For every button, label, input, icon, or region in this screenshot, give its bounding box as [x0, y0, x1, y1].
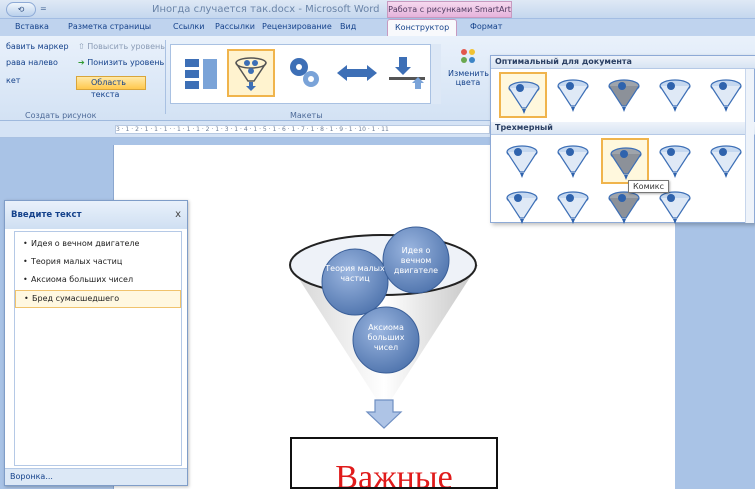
ribbon-tabs: Вставка Разметка страницы Ссылки Рассылк… — [0, 19, 755, 36]
layout-option-funnel[interactable] — [227, 49, 275, 97]
text-pane: Введите текст x • Идея о вечном двигателе… — [4, 200, 188, 486]
layout-arrows-icon — [337, 65, 377, 81]
style-tooltip: Комикс — [628, 180, 670, 193]
tab-design[interactable]: Конструктор — [387, 19, 458, 36]
funnel-style-icon — [502, 186, 542, 229]
demote-arrow-icon: ➔ — [78, 58, 88, 67]
funnel-style-icon — [604, 74, 644, 117]
style-option[interactable] — [601, 72, 649, 118]
text-pane-item[interactable]: • Идея о вечном двигателе — [15, 236, 181, 254]
style-option[interactable] — [703, 138, 751, 184]
styles-scrollbar[interactable] — [745, 69, 754, 223]
ruler-scale: 3 · 1 · 2 · 1 · 1 · 1 · · 1 · 1 · 1 · 2 … — [115, 125, 490, 134]
layouts-gallery — [170, 44, 440, 104]
text-pane-item[interactable]: • Теория малых частиц — [15, 254, 181, 272]
layouts-scrollbar[interactable] — [430, 44, 441, 104]
palette-icon — [461, 49, 475, 63]
layout-dropdown[interactable]: кет — [6, 76, 20, 85]
node-text-perpetual-motion: Идея о вечном двигателе — [393, 246, 439, 275]
funnel-style-icon — [502, 140, 542, 183]
quick-access-undo-button[interactable]: ⟲ — [6, 2, 36, 17]
layout-option-arrows[interactable] — [333, 49, 381, 97]
style-option[interactable] — [550, 184, 598, 230]
title-bar: ⟲ = Иногда случается так.docx - Microsof… — [0, 0, 755, 19]
group-label-create-graphic: Создать рисунок — [25, 111, 97, 120]
funnel-style-icon — [606, 142, 646, 185]
style-option[interactable] — [601, 138, 649, 184]
window-title: Иногда случается так.docx - Microsoft Wo… — [152, 4, 380, 15]
promote-button[interactable]: ⇧ Повысить уровень — [78, 42, 165, 51]
layout-option-blocks[interactable] — [177, 49, 225, 97]
text-pane-header: Введите текст x — [5, 201, 187, 229]
funnel-output-arrow — [365, 399, 403, 429]
funnel-style-icon — [655, 140, 695, 183]
promote-arrow-icon: ⇧ — [78, 42, 88, 51]
result-textbox[interactable]: Важные — [290, 437, 498, 489]
smartart-tools-context-title: Работа с рисунками SmartArt — [387, 1, 512, 18]
style-option[interactable] — [499, 72, 547, 118]
add-bullet-button[interactable]: бавить маркер — [6, 42, 69, 51]
layout-blocks-icon — [185, 59, 217, 89]
funnel-style-icon — [655, 74, 695, 117]
funnel-style-icon — [706, 140, 746, 183]
smartart-styles-dropdown: Оптимальный для документа Трехмерный — [490, 55, 755, 224]
tab-view[interactable]: Вид — [340, 22, 356, 31]
style-option[interactable] — [499, 138, 547, 184]
right-to-left-button[interactable]: рава налево — [6, 58, 58, 67]
bullet-icon: • — [23, 239, 28, 248]
tab-insert[interactable]: Вставка — [15, 22, 49, 31]
bullet-icon: • — [24, 294, 29, 303]
funnel-style-icon — [553, 186, 593, 229]
node-text-axiom: Аксиома больших чисел — [367, 323, 405, 352]
tab-mailings[interactable]: Рассылки — [215, 22, 255, 31]
funnel-style-icon — [553, 140, 593, 183]
layout-option-gears[interactable] — [281, 49, 329, 97]
text-pane-list: • Идея о вечном двигателе • Теория малых ч… — [14, 231, 182, 466]
style-option[interactable] — [550, 138, 598, 184]
tab-page-layout[interactable]: Разметка страницы — [68, 22, 151, 31]
funnel-style-icon — [504, 76, 544, 119]
layout-funnel-icon — [235, 57, 267, 91]
layout-balance-icon — [389, 57, 425, 89]
funnel-style-icon — [553, 74, 593, 117]
style-option[interactable] — [652, 72, 700, 118]
text-pane-button[interactable]: Область текста — [76, 76, 146, 99]
node-text-theory: Теория малых частиц — [325, 264, 385, 283]
style-option[interactable] — [703, 72, 751, 118]
text-pane-footer-link[interactable]: Воронка... — [5, 468, 187, 485]
tab-references[interactable]: Ссылки — [173, 22, 204, 31]
text-pane-item[interactable]: • Аксиома больших чисел — [15, 272, 181, 290]
result-text: Важные — [335, 459, 453, 489]
bullet-icon: • — [23, 275, 28, 284]
horizontal-ruler: 3 · 1 · 2 · 1 · 1 · 1 · · 1 · 1 · 1 · 2 … — [0, 121, 490, 138]
tab-format[interactable]: Формат — [470, 22, 502, 31]
bullet-icon: • — [23, 257, 28, 266]
layout-gears-icon — [290, 58, 319, 87]
quick-access-dropdown-icon[interactable]: = — [40, 4, 47, 13]
layout-option-balance[interactable] — [383, 49, 431, 97]
styles-section-best-match: Оптимальный для документа — [491, 56, 755, 69]
styles-section-3d: Трехмерный — [491, 122, 755, 135]
text-pane-item-current[interactable]: • Бред сумасшедшего — [15, 290, 181, 308]
change-colors-button[interactable]: Изменить цвета — [448, 46, 489, 106]
tab-review[interactable]: Рецензирование — [262, 22, 332, 31]
demote-button[interactable]: ➔ Понизить уровень — [78, 58, 164, 67]
style-option[interactable] — [550, 72, 598, 118]
funnel-style-icon — [706, 74, 746, 117]
text-pane-title: Введите текст — [11, 210, 82, 220]
close-icon[interactable]: x — [175, 209, 181, 220]
style-option[interactable] — [652, 138, 700, 184]
group-separator — [165, 40, 166, 114]
group-label-layouts: Макеты — [290, 111, 323, 120]
style-option[interactable] — [499, 184, 547, 230]
